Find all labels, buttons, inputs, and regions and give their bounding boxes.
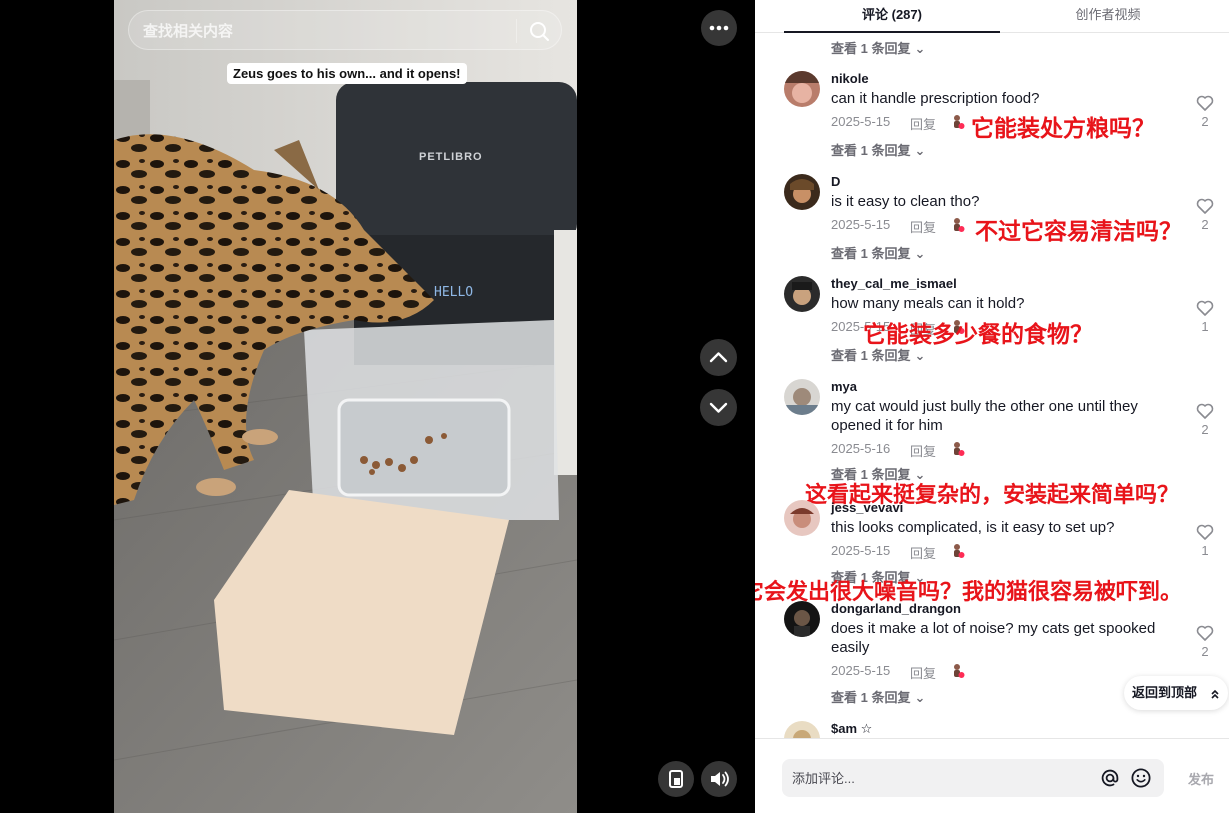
previous-video-button[interactable] — [700, 339, 737, 376]
comment-input[interactable] — [792, 768, 1092, 788]
avatar[interactable] — [784, 174, 820, 210]
comment-username[interactable]: they_cal_me_ismael — [831, 276, 957, 291]
search-divider — [516, 19, 517, 43]
tab-comments[interactable]: 评论 (287) — [784, 0, 1000, 33]
reply-button[interactable]: 回复 — [910, 217, 936, 236]
heart-icon[interactable] — [1195, 522, 1215, 542]
search-bar[interactable] — [128, 10, 562, 50]
comment-date: 2025-5-15 — [831, 543, 891, 558]
comment-text: my cat would just bully the other one un… — [831, 398, 1138, 434]
comment-text: is it easy to clean tho? — [831, 193, 980, 210]
comment-text: this looks complicated, is it easy to se… — [831, 519, 1115, 536]
avatar[interactable] — [784, 601, 820, 637]
mention-icon[interactable] — [1100, 768, 1120, 788]
comments-list[interactable]: 查看 1 条回复 ⌄ nikole can it handle prescript… — [755, 34, 1229, 738]
comment-text: does it make a lot of noise? my cats get… — [831, 620, 1156, 656]
creator-liked-icon — [954, 218, 965, 232]
comment-username[interactable]: dongarland_drangon — [831, 601, 961, 616]
translation-annotation: 它能装多少餐的食物？ — [863, 322, 1093, 348]
back-to-top-label: 返回到顶部 — [1132, 685, 1198, 700]
more-dots-icon — [709, 25, 729, 31]
video-caption: Zeus goes to his own... and it opens! — [227, 63, 467, 84]
feeder-brand: PETLIBRO — [419, 151, 483, 163]
like-count: 2 — [1201, 217, 1209, 232]
double-chevron-up-icon — [1211, 689, 1219, 699]
avatar[interactable] — [784, 721, 820, 738]
heart-icon[interactable] — [1195, 401, 1215, 421]
heart-icon[interactable] — [1195, 196, 1215, 216]
avatar[interactable] — [784, 71, 820, 107]
comment-date: 2025-5-15 — [831, 114, 891, 129]
creator-liked-icon — [954, 115, 965, 129]
video-still-image: PETLIBRO HELLO — [114, 0, 577, 813]
comment-username[interactable]: D — [831, 174, 840, 189]
creator-liked-icon — [954, 544, 965, 558]
comment-username[interactable]: mya — [831, 379, 857, 394]
like-count: 2 — [1201, 422, 1209, 437]
comment-text: how many meals can it hold? — [831, 295, 1025, 312]
creator-liked-icon — [954, 664, 965, 678]
mini-player-button[interactable] — [658, 761, 694, 797]
like-count: 1 — [1201, 543, 1209, 558]
next-video-button[interactable] — [700, 389, 737, 426]
tabs: 评论 (287) 创作者视频 — [755, 0, 1229, 33]
reply-button[interactable]: 回复 — [910, 114, 936, 133]
reply-button[interactable]: 回复 — [910, 441, 936, 460]
comment-username[interactable]: $am ☆ — [831, 721, 872, 737]
heart-icon[interactable] — [1195, 623, 1215, 643]
volume-button[interactable] — [701, 761, 737, 797]
view-replies-link[interactable]: 查看 1 条回复 ⌄ — [831, 140, 925, 159]
comment-composer: 发布 — [755, 738, 1229, 813]
comment-username[interactable]: nikole — [831, 71, 869, 86]
comment-date: 2025-5-15 — [831, 663, 891, 678]
like-count: 2 — [1201, 114, 1209, 129]
view-replies-link[interactable]: 查看 1 条回复 ⌄ — [831, 243, 925, 262]
reply-button[interactable]: 回复 — [910, 543, 936, 562]
heart-icon[interactable] — [1195, 93, 1215, 113]
view-replies-link[interactable]: 查看 1 条回复 ⌄ — [831, 687, 925, 706]
chevron-down-icon — [709, 402, 728, 413]
translation-annotation: 它能装处方粮吗？ — [971, 116, 1155, 142]
tab-creator-videos[interactable]: 创作者视频 — [1000, 0, 1216, 33]
volume-icon — [711, 771, 729, 787]
heart-icon[interactable] — [1195, 298, 1215, 318]
translation-annotation: 不过它容易清洁吗？ — [975, 219, 1182, 245]
like-count: 1 — [1201, 319, 1209, 334]
video-player[interactable]: PETLIBRO HELLO 查找相关内容 Zeus goes to his o… — [0, 0, 755, 813]
search-input[interactable] — [143, 20, 503, 42]
view-replies-link[interactable]: 查看 1 条回复 ⌄ — [831, 38, 925, 57]
comment-input-box[interactable] — [782, 759, 1164, 797]
avatar[interactable] — [784, 379, 820, 415]
translation-annotation: 它会发出很大噪音吗？我的猫很容易被吓到。 — [755, 580, 1183, 605]
search-icon — [530, 22, 549, 41]
creator-liked-icon — [954, 442, 965, 456]
avatar[interactable] — [784, 500, 820, 536]
feeder-display: HELLO — [434, 285, 473, 300]
avatar[interactable] — [784, 276, 820, 312]
reply-button[interactable]: 回复 — [910, 663, 936, 682]
video-frame[interactable]: PETLIBRO HELLO — [114, 0, 577, 813]
search-button[interactable] — [525, 17, 553, 45]
comment-username[interactable]: jess_vevavi — [831, 500, 903, 515]
chevron-up-icon — [709, 352, 728, 363]
comment-date: 2025-5-15 — [831, 217, 891, 232]
like-count: 2 — [1201, 644, 1209, 659]
post-button[interactable]: 发布 — [1188, 769, 1214, 788]
emoji-icon[interactable] — [1130, 767, 1152, 789]
comment-date: 2025-5-16 — [831, 441, 891, 456]
mini-player-icon — [669, 770, 683, 788]
comment-text: can it handle prescription food? — [831, 90, 1040, 107]
back-to-top-button[interactable]: 返回到顶部 — [1124, 676, 1228, 710]
more-options-button[interactable] — [701, 10, 737, 46]
